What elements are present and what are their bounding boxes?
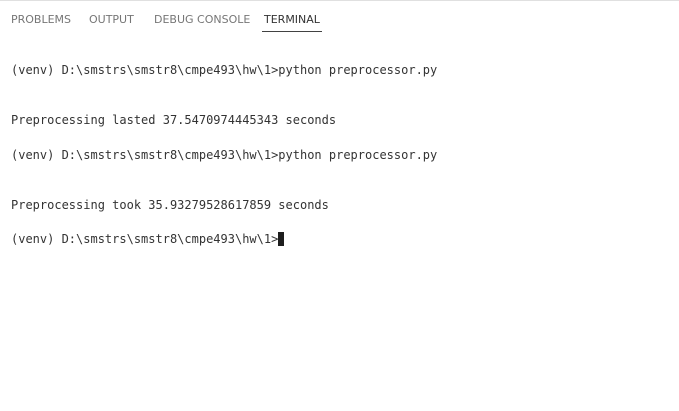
tab-problems[interactable]: PROBLEMS (11, 13, 71, 27)
terminal-line-output-1: Preprocessing lasted 37.5470974445343 se… (11, 113, 337, 127)
terminal-panel: PROBLEMS OUTPUT DEBUG CONSOLE TERMINAL (… (0, 0, 679, 411)
terminal-line-command-2: (venv) D:\smstrs\smstr8\cmpe493\hw\1>pyt… (11, 148, 438, 162)
terminal-line-command-1: (venv) D:\smstrs\smstr8\cmpe493\hw\1>pyt… (11, 63, 438, 77)
terminal-output[interactable]: (venv) D:\smstrs\smstr8\cmpe493\hw\1>pyt… (0, 35, 679, 411)
terminal-prompt: (venv) D:\smstrs\smstr8\cmpe493\hw\1> (11, 232, 279, 246)
panel-tab-bar: PROBLEMS OUTPUT DEBUG CONSOLE TERMINAL (0, 1, 679, 35)
tab-terminal[interactable]: TERMINAL (262, 13, 322, 32)
tab-terminal-label: TERMINAL (264, 13, 320, 26)
terminal-line-output-2: Preprocessing took 35.93279528617859 sec… (11, 198, 329, 212)
terminal-prompt-line[interactable]: (venv) D:\smstrs\smstr8\cmpe493\hw\1> (11, 232, 285, 246)
tab-output[interactable]: OUTPUT (89, 13, 134, 27)
tab-debug-console[interactable]: DEBUG CONSOLE (154, 13, 250, 27)
active-tab-indicator (262, 31, 322, 32)
terminal-cursor-icon (278, 232, 285, 246)
